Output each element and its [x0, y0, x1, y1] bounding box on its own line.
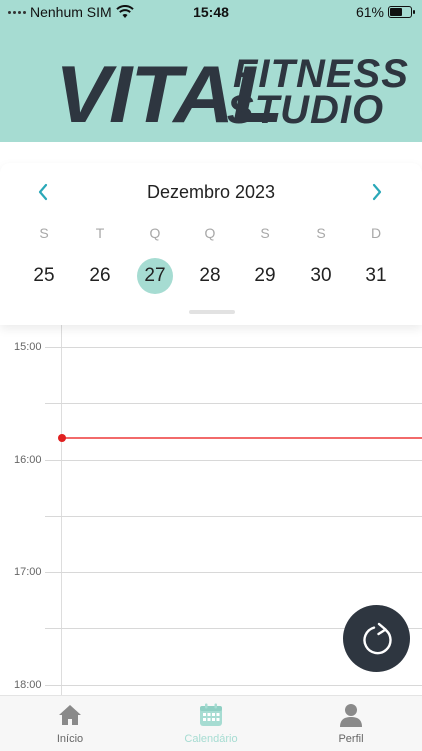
refresh-icon [362, 622, 392, 654]
day-26[interactable]: 26 [82, 258, 118, 294]
day-30[interactable]: 30 [303, 258, 339, 294]
user-icon [340, 704, 362, 727]
next-month-button[interactable] [362, 179, 392, 205]
day-27-selected[interactable]: 27 [137, 258, 173, 294]
calendar-icon [200, 703, 222, 726]
drag-handle[interactable] [189, 310, 235, 314]
header: VITAL FITNESS STUDIO [0, 24, 422, 142]
weekday-label: S [260, 225, 270, 241]
day-29[interactable]: 29 [247, 258, 283, 294]
current-time-dot [58, 434, 66, 442]
weekday-label: Q [149, 225, 161, 241]
tab-label: Perfil [338, 733, 364, 745]
current-time-line [62, 437, 422, 439]
hour-line [45, 572, 422, 573]
day-28[interactable]: 28 [192, 258, 228, 294]
hour-label: 15:00 [14, 341, 42, 353]
month-nav: Dezembro 2023 [0, 179, 422, 205]
status-right: 61% [355, 4, 415, 20]
logo-studio-text: STUDIO [227, 88, 385, 132]
hour-line [45, 685, 422, 686]
weekday-label: D [370, 225, 382, 241]
status-bar: Nenhum SIM 15:48 61% [0, 0, 422, 24]
refresh-button[interactable] [343, 605, 410, 672]
battery-fill [390, 8, 402, 16]
week-calendar: Dezembro 2023 S T Q Q S S D 25 26 27 28 … [0, 163, 422, 325]
hour-label: 18:00 [14, 679, 42, 691]
hour-line [45, 347, 422, 348]
chevron-right-icon [372, 183, 382, 201]
half-hour-line [45, 403, 422, 404]
tab-perfil[interactable]: Perfil [291, 696, 411, 751]
tab-bar: Início Calendário Perfil [0, 695, 422, 751]
day-31[interactable]: 31 [358, 258, 394, 294]
battery-percent: 61% [355, 4, 384, 20]
tab-label: Início [56, 733, 84, 745]
hour-label: 17:00 [14, 566, 42, 578]
hour-label: 16:00 [14, 454, 42, 466]
home-icon [59, 705, 81, 725]
month-title: Dezembro 2023 [146, 182, 276, 202]
half-hour-line [45, 516, 422, 517]
day-25[interactable]: 25 [26, 258, 62, 294]
weekday-label: S [39, 225, 49, 241]
weekday-label: S [316, 225, 326, 241]
timeline-axis [61, 325, 62, 695]
hour-line [45, 460, 422, 461]
battery-icon [388, 6, 415, 18]
weekday-label: Q [204, 225, 216, 241]
tab-calendario[interactable]: Calendário [151, 696, 271, 751]
weekday-label: T [95, 225, 105, 241]
tab-inicio[interactable]: Início [10, 696, 130, 751]
tab-label: Calendário [184, 733, 238, 745]
